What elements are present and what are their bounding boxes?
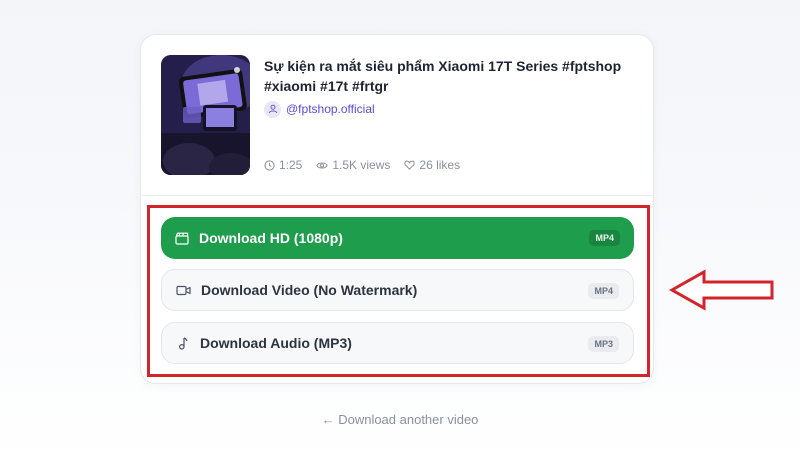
heart-icon xyxy=(404,160,416,170)
section-divider xyxy=(141,195,653,196)
channel-name[interactable]: @fptshop.official xyxy=(286,102,375,116)
download-another-label: Download another video xyxy=(338,412,479,428)
views-stat: 1.5K views xyxy=(316,158,390,172)
annotation-arrow-icon xyxy=(668,269,774,311)
video-stats: 1:25 1.5K views 26 likes xyxy=(264,158,460,172)
likes-text: 26 likes xyxy=(419,158,461,172)
back-arrow-icon: ← xyxy=(321,412,335,428)
duration-stat: 1:25 xyxy=(264,158,302,172)
duration-text: 1:25 xyxy=(279,158,303,172)
annotation-highlight-box xyxy=(147,205,650,377)
channel-info[interactable]: @fptshop.official xyxy=(264,99,375,119)
eye-icon xyxy=(316,161,329,169)
video-thumbnail xyxy=(161,55,250,175)
user-avatar-icon xyxy=(264,100,281,118)
likes-stat: 26 likes xyxy=(404,158,460,172)
download-another-link[interactable]: ← Download another video xyxy=(0,411,800,427)
video-title: Sự kiện ra mắt siêu phẩm Xiaomi 17T Seri… xyxy=(264,58,622,94)
clock-icon xyxy=(264,159,275,171)
views-text: 1.5K views xyxy=(332,158,391,172)
